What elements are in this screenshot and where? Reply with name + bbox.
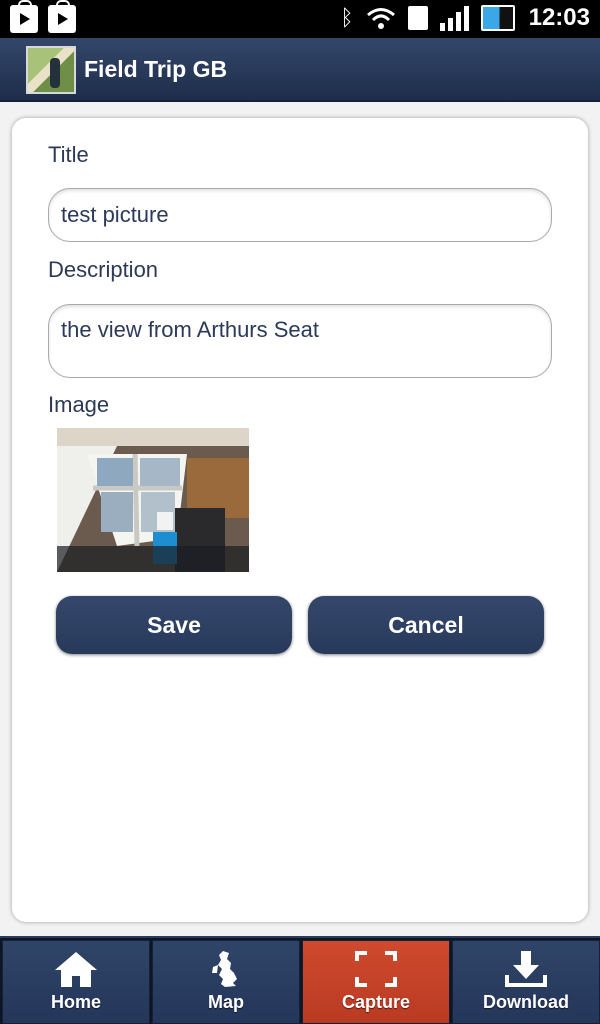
description-label: Description xyxy=(48,257,159,282)
sim-icon xyxy=(407,6,428,30)
app-logo-icon xyxy=(26,46,76,94)
play-store-icon xyxy=(10,0,38,33)
app-header: Field Trip GB xyxy=(0,38,600,102)
app-title: Field Trip GB xyxy=(84,56,228,82)
tab-home[interactable]: Home xyxy=(2,940,150,1024)
title-input[interactable] xyxy=(48,188,552,242)
home-icon xyxy=(55,952,97,987)
download-icon xyxy=(505,951,547,987)
tab-download-label: Download xyxy=(483,992,569,1012)
bluetooth-icon: ᛒ xyxy=(340,5,354,31)
save-button[interactable]: Save xyxy=(56,596,292,654)
clock: 12:03 xyxy=(528,4,590,31)
battery-icon xyxy=(480,5,515,31)
photo-preview xyxy=(57,428,249,572)
play-store-icon xyxy=(48,0,76,33)
capture-icon xyxy=(355,951,397,987)
map-icon xyxy=(212,951,237,987)
wifi-icon xyxy=(366,8,395,29)
tab-download[interactable]: Download xyxy=(452,940,600,1024)
tab-map-label: Map xyxy=(208,992,244,1012)
image-label: Image xyxy=(48,392,110,417)
status-bar: ᛒ 12:03 xyxy=(0,0,600,38)
captured-image-thumbnail[interactable] xyxy=(57,428,249,572)
description-input[interactable]: the view from Arthurs Seat xyxy=(48,304,552,378)
bottom-tab-bar: Home Map Capture Download xyxy=(0,938,600,1024)
title-label: Title xyxy=(48,142,89,167)
tab-capture[interactable]: Capture xyxy=(302,940,450,1024)
cancel-button[interactable]: Cancel xyxy=(308,596,544,654)
tab-map[interactable]: Map xyxy=(152,940,300,1024)
tab-capture-label: Capture xyxy=(341,992,410,1012)
signal-icon xyxy=(439,5,469,31)
tab-home-label: Home xyxy=(50,992,101,1012)
